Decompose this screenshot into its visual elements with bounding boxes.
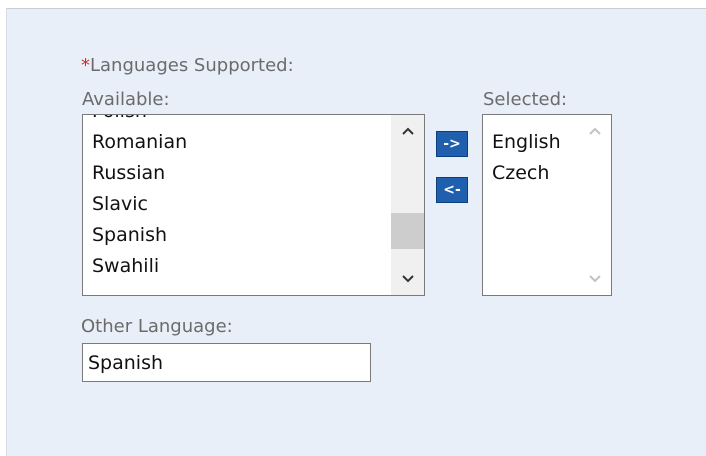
list-item[interactable]: Czech bbox=[492, 158, 561, 189]
available-languages-listbox[interactable]: Polish Romanian Russian Slavic Spanish S… bbox=[82, 114, 425, 296]
available-label: Available: bbox=[82, 89, 170, 110]
languages-supported-label: *Languages Supported: bbox=[81, 55, 294, 76]
list-item[interactable]: Romanian bbox=[92, 127, 187, 158]
list-item[interactable]: Slavic bbox=[92, 189, 187, 220]
required-marker: * bbox=[81, 55, 90, 76]
available-scroll-thumb[interactable] bbox=[391, 213, 424, 249]
list-item[interactable]: Russian bbox=[92, 158, 187, 189]
other-language-input[interactable] bbox=[82, 343, 371, 382]
list-item[interactable]: Spanish bbox=[92, 220, 187, 251]
list-item[interactable]: English bbox=[492, 127, 561, 158]
available-options: Polish Romanian Russian Slavic Spanish S… bbox=[92, 115, 187, 282]
languages-supported-text: Languages Supported: bbox=[90, 55, 294, 76]
chevron-up-icon[interactable] bbox=[578, 115, 611, 147]
remove-from-selected-button[interactable]: <- bbox=[436, 177, 468, 203]
chevron-down-icon[interactable] bbox=[578, 263, 611, 295]
chevron-up-icon[interactable] bbox=[391, 115, 424, 147]
add-to-selected-button[interactable]: -> bbox=[436, 131, 468, 157]
list-item[interactable]: Polish bbox=[92, 115, 187, 127]
list-item[interactable]: Swahili bbox=[92, 251, 187, 282]
selected-scrollbar[interactable] bbox=[578, 115, 611, 295]
selected-languages-listbox[interactable]: English Czech bbox=[482, 114, 612, 296]
chevron-down-icon[interactable] bbox=[391, 263, 424, 295]
available-scrollbar[interactable] bbox=[391, 115, 424, 295]
other-language-label: Other Language: bbox=[81, 316, 233, 337]
selected-options: English Czech bbox=[492, 127, 561, 189]
selected-label: Selected: bbox=[483, 89, 568, 110]
